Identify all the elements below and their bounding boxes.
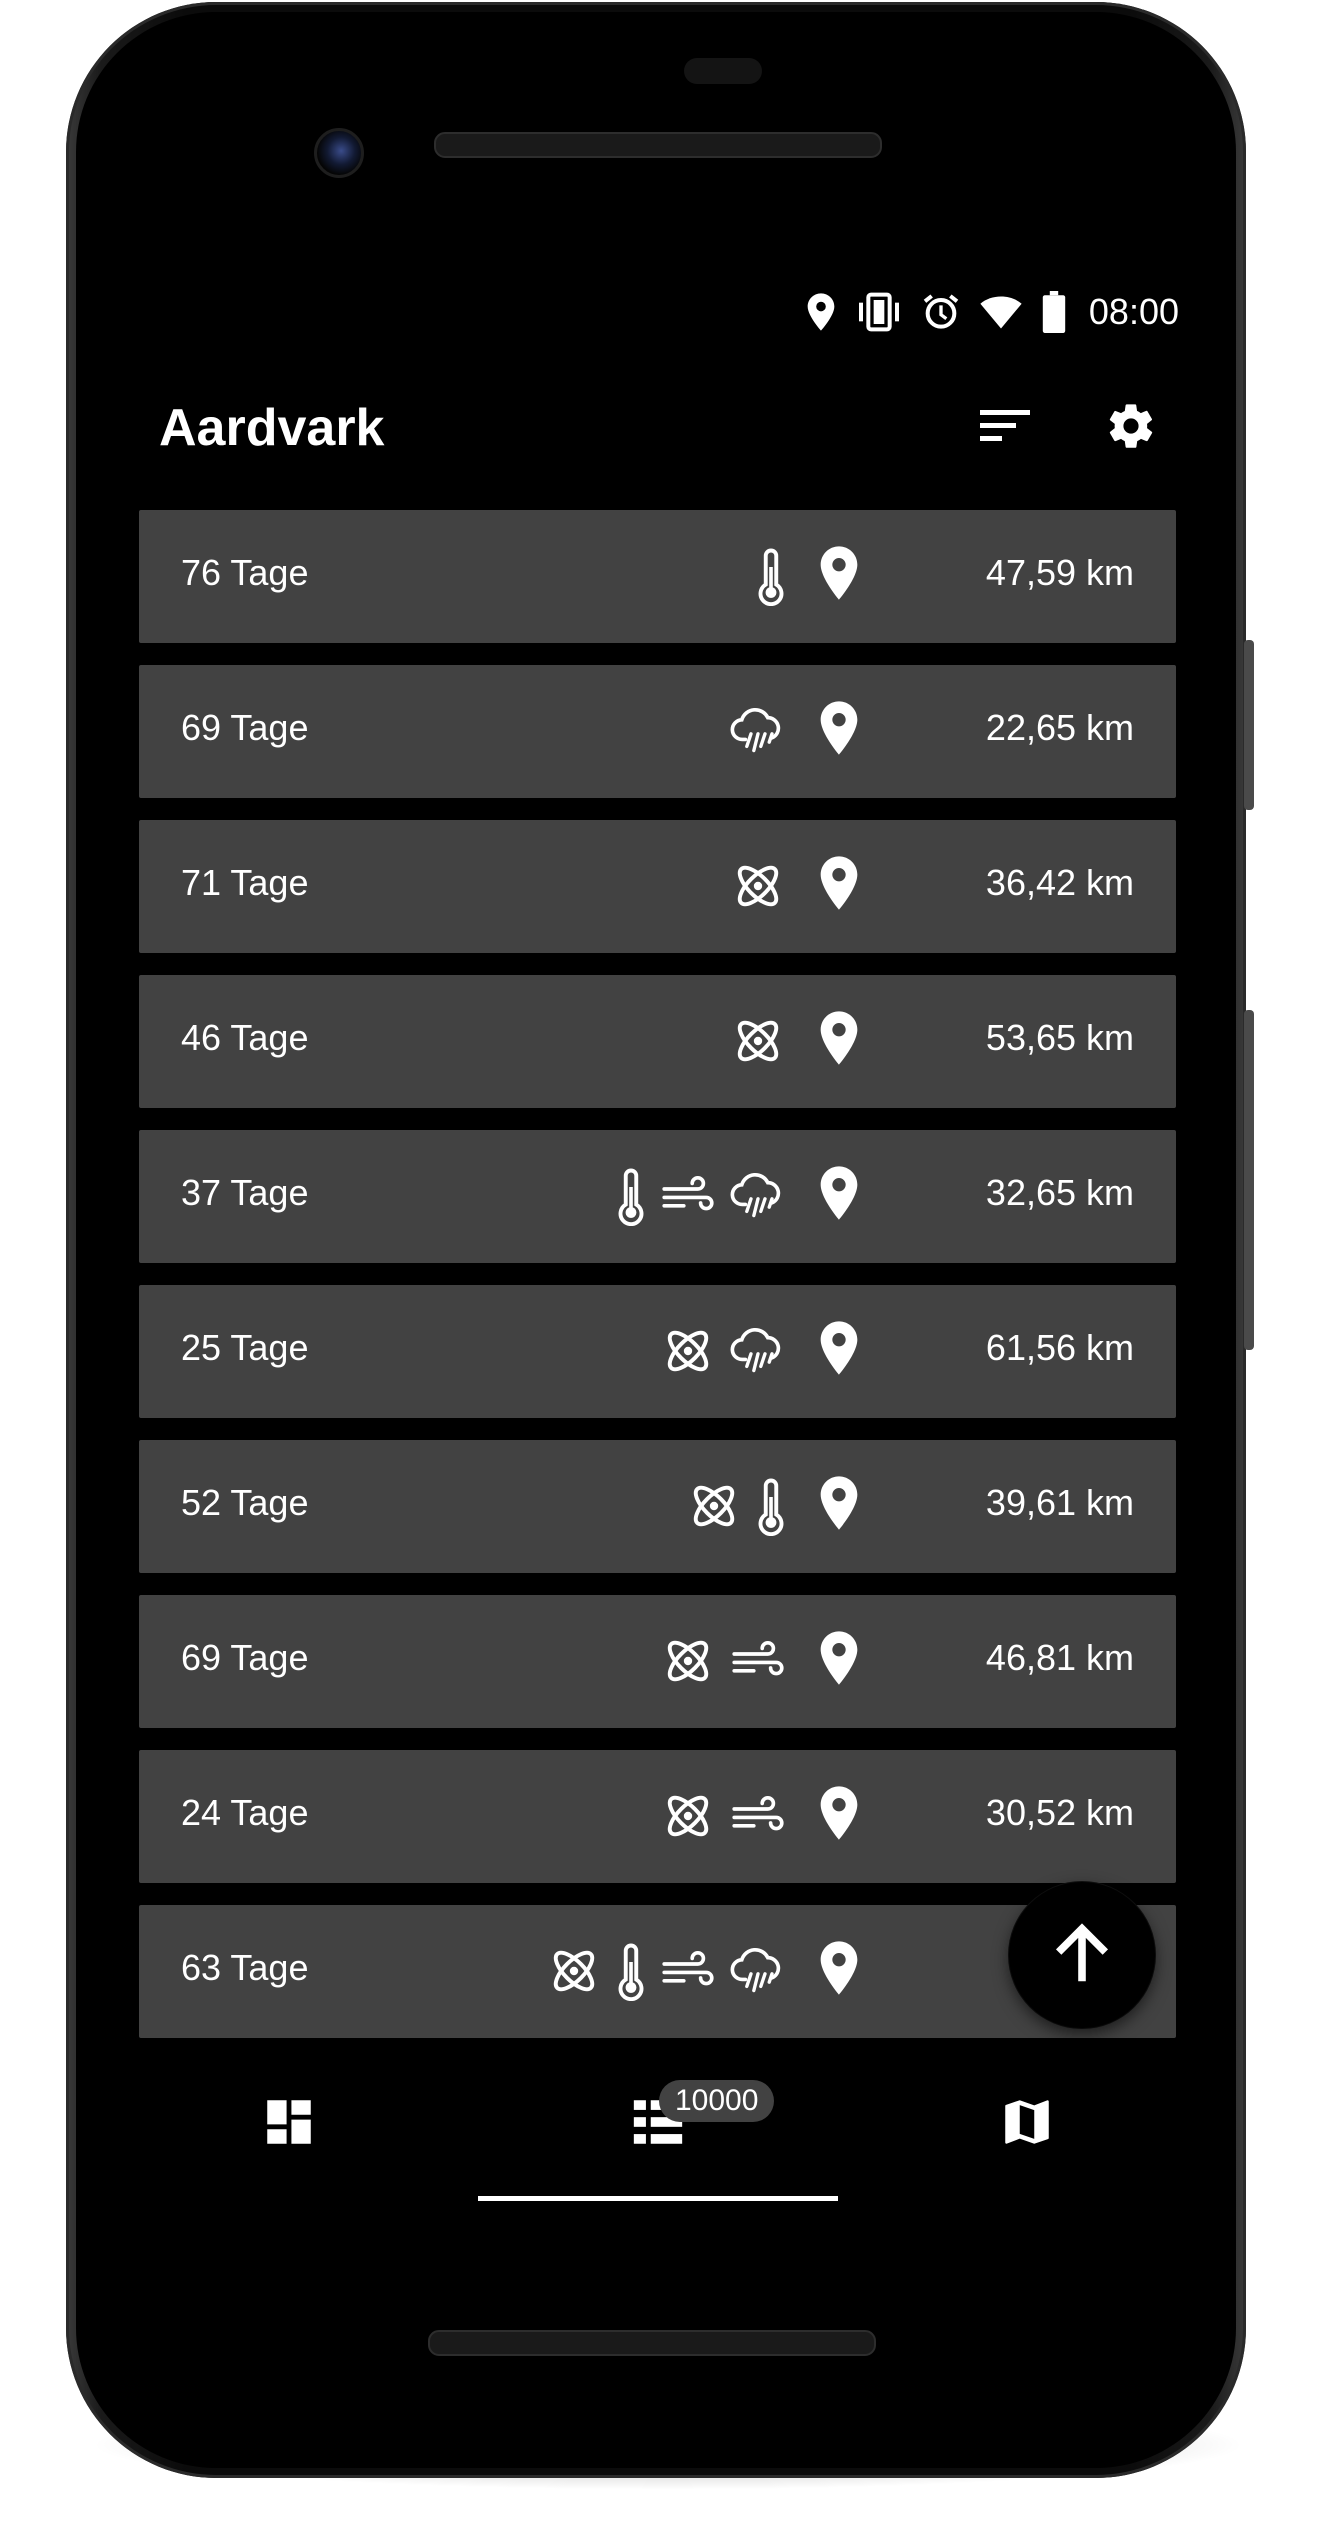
list-item-days: 63 Tage <box>181 1947 309 1988</box>
rain-cloud-icon <box>730 1943 786 1999</box>
vibrate-icon <box>858 292 899 332</box>
list-item[interactable]: 25 Tage 61,56 km <box>139 1285 1176 1418</box>
list-item[interactable]: 37 Tage 32,65 km <box>139 1130 1176 1263</box>
list-item-category-icons <box>730 698 786 764</box>
scroll-top-button[interactable] <box>1009 1882 1155 2028</box>
list-item-days: 25 Tage <box>181 1327 309 1368</box>
power-button <box>1244 640 1254 810</box>
top-speaker <box>434 132 882 158</box>
location-pin-icon <box>819 1629 859 1691</box>
nav-selected-indicator <box>478 2196 838 2201</box>
list-item-days: 69 Tage <box>181 1637 309 1678</box>
list-item-distance: 30,52 km <box>985 1792 1134 1833</box>
atom-icon <box>660 1633 716 1689</box>
list-item-distance: 61,56 km <box>985 1327 1134 1368</box>
list-count-badge: 10000 <box>659 2080 775 2122</box>
wind-icon <box>660 1943 716 1999</box>
app-title: Aardvark <box>159 399 385 457</box>
list-item-days: 37 Tage <box>181 1172 309 1213</box>
location-pin-icon <box>819 1939 859 2001</box>
status-bar: 08:00 <box>805 291 1179 333</box>
list-item-distance: 47,59 km <box>985 552 1134 593</box>
wind-icon <box>730 1633 786 1689</box>
thermometer-icon <box>756 546 786 606</box>
location-pin-icon <box>819 854 859 916</box>
atom-icon <box>660 1788 716 1844</box>
list-item-category-icons <box>616 1163 786 1229</box>
list-item-category-icons <box>546 1938 786 2004</box>
list-item[interactable]: 24 Tage 30,52 km <box>139 1750 1176 1883</box>
list-item-category-icons <box>730 1008 786 1074</box>
list-item-category-icons <box>686 1473 786 1539</box>
nav-map[interactable] <box>877 2062 1177 2182</box>
rain-cloud-icon <box>730 1323 786 1379</box>
thermometer-icon <box>616 1941 646 2001</box>
list-item-distance: 39,61 km <box>985 1482 1134 1523</box>
location-pin-icon <box>819 699 859 761</box>
rain-cloud-icon <box>730 703 786 759</box>
list-item-distance: 22,65 km <box>985 707 1134 748</box>
wind-icon <box>660 1168 716 1224</box>
battery-icon <box>1042 291 1066 333</box>
list-item[interactable]: 76 Tage 47,59 km <box>139 510 1176 643</box>
list-item-category-icons <box>660 1783 786 1849</box>
list-item-days: 76 Tage <box>181 552 309 593</box>
list-item-category-icons <box>756 543 786 609</box>
location-pin-icon <box>819 1784 859 1846</box>
rain-cloud-icon <box>730 1168 786 1224</box>
map-icon <box>1005 2100 1049 2144</box>
list-item-days: 71 Tage <box>181 862 309 903</box>
app-screen: 08:00 Aardvark 76 Tage 47,59 km 69 Tage 22,… <box>139 272 1191 2212</box>
sort-button[interactable] <box>965 386 1045 466</box>
location-pin-icon <box>819 544 859 606</box>
atom-icon <box>660 1323 716 1379</box>
nav-list[interactable] <box>508 2062 808 2182</box>
location-pin-icon <box>819 1164 859 1226</box>
app-toolbar: Aardvark <box>139 372 1191 492</box>
atom-icon <box>730 1013 786 1069</box>
list-item[interactable]: 69 Tage 46,81 km <box>139 1595 1176 1728</box>
arrow-up-icon <box>1055 1923 1109 1982</box>
location-icon <box>807 293 835 331</box>
list-item-category-icons <box>730 853 786 919</box>
dashboard-icon <box>267 2100 311 2144</box>
bottom-speaker <box>428 2330 876 2356</box>
wifi-icon <box>980 296 1022 329</box>
location-pin-icon <box>819 1009 859 1071</box>
list-item-days: 24 Tage <box>181 1792 309 1833</box>
sort-icon <box>980 410 1030 441</box>
thermometer-icon <box>756 1476 786 1536</box>
front-camera <box>314 128 364 178</box>
list-item-distance: 53,65 km <box>985 1017 1134 1058</box>
settings-icon <box>1109 404 1153 448</box>
atom-icon <box>546 1943 602 1999</box>
list-item-days: 69 Tage <box>181 707 309 748</box>
list-item-distance: 46,81 km <box>985 1637 1134 1678</box>
list-item-days: 46 Tage <box>181 1017 309 1058</box>
list-item[interactable]: 71 Tage 36,42 km <box>139 820 1176 953</box>
atom-icon <box>730 858 786 914</box>
list-item-distance: 36,42 km <box>985 862 1134 903</box>
alarm-icon <box>923 294 959 329</box>
front-sensor <box>684 58 762 84</box>
volume-button <box>1244 1010 1254 1350</box>
list-item-category-icons <box>660 1628 786 1694</box>
list-item[interactable]: 52 Tage 39,61 km <box>139 1440 1176 1573</box>
location-pin-icon <box>819 1319 859 1381</box>
location-pin-icon <box>819 1474 859 1536</box>
list-item-distance: 32,65 km <box>985 1172 1134 1213</box>
settings-button[interactable] <box>1091 386 1171 466</box>
list-item-days: 52 Tage <box>181 1482 309 1523</box>
list-item[interactable]: 69 Tage 22,65 km <box>139 665 1176 798</box>
nav-dashboard[interactable] <box>139 2062 439 2182</box>
atom-icon <box>686 1478 742 1534</box>
status-time: 08:00 <box>1088 291 1179 332</box>
list-item[interactable]: 46 Tage 53,65 km <box>139 975 1176 1108</box>
bottom-navigation: 10000 <box>139 2062 1191 2212</box>
wind-icon <box>730 1788 786 1844</box>
list-item-category-icons <box>660 1318 786 1384</box>
thermometer-icon <box>616 1166 646 1226</box>
